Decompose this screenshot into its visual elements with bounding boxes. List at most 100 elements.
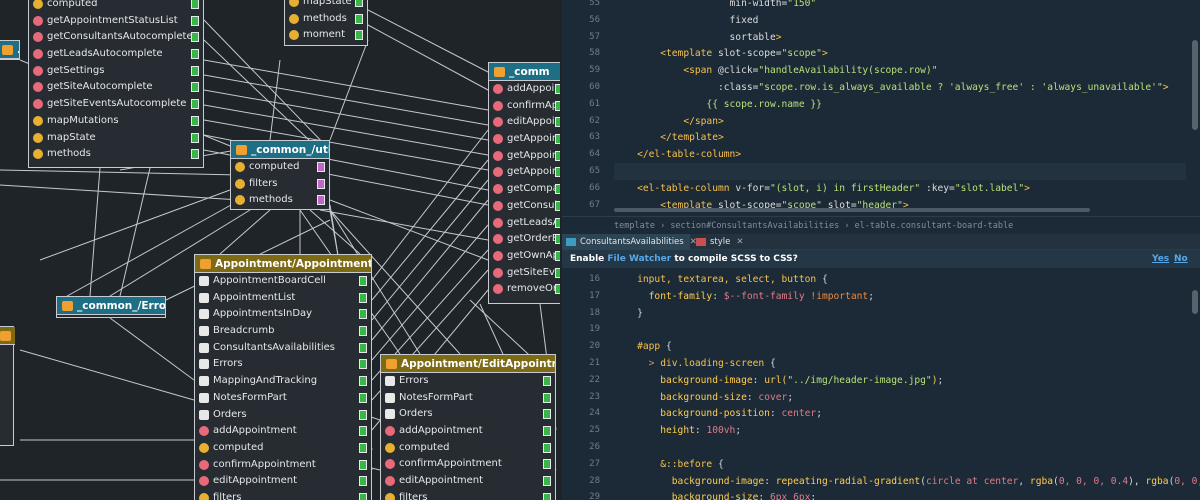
node-member[interactable]: editAppoi xyxy=(489,114,560,131)
port-icon[interactable] xyxy=(317,195,325,206)
port-icon[interactable] xyxy=(555,284,560,295)
node-member[interactable]: getCompa xyxy=(489,181,560,198)
port-icon[interactable] xyxy=(359,292,367,303)
port-icon[interactable] xyxy=(359,309,367,320)
vertical-scrollbar[interactable] xyxy=(1192,290,1198,314)
port-icon[interactable] xyxy=(555,234,560,245)
code-line[interactable]: <template slot-scope="scope"> xyxy=(614,45,1186,62)
port-icon[interactable] xyxy=(543,442,551,453)
node-member[interactable]: computed xyxy=(195,440,371,457)
port-icon[interactable] xyxy=(359,342,367,353)
code-line[interactable]: {{ scope.row.name }} xyxy=(614,96,1186,113)
node-member[interactable]: confirmAppointment xyxy=(195,457,371,474)
port-icon[interactable] xyxy=(359,459,367,470)
code-line[interactable]: sortable> xyxy=(614,29,1186,46)
breadcrumb-item[interactable]: section#ConsultantsAvailabilities xyxy=(670,221,839,231)
code-line[interactable]: background-size: 6px 6px; xyxy=(614,489,1186,500)
code-line[interactable]: fixed xyxy=(614,12,1186,29)
port-icon[interactable] xyxy=(359,376,367,387)
port-icon[interactable] xyxy=(359,392,367,403)
port-icon[interactable] xyxy=(191,132,199,143)
node-member[interactable]: getAppoin xyxy=(489,131,560,148)
code-line[interactable] xyxy=(614,163,1186,180)
port-icon[interactable] xyxy=(191,99,199,110)
node-common-util[interactable]: _common_/util.js computed filters methods xyxy=(230,140,330,210)
port-icon[interactable] xyxy=(191,0,199,9)
node-member[interactable]: moment xyxy=(285,27,367,44)
node-member[interactable]: mapMutations xyxy=(29,113,203,130)
code-editor[interactable]: 5556575859606162636465666768 min-width="… xyxy=(562,0,1200,500)
node-left-vue[interactable]: ue xyxy=(0,326,15,446)
node-member[interactable]: NotesFormPart xyxy=(195,390,371,407)
node-edit-appointment-vue[interactable]: Appointment/EditAppointment.vue Errors Not… xyxy=(380,354,556,500)
node-title[interactable]: _common_/util.js xyxy=(231,141,329,159)
node-member[interactable]: getConsultantsAutocomplete xyxy=(29,29,203,46)
port-icon[interactable] xyxy=(555,134,560,145)
node-member[interactable]: methods xyxy=(231,192,329,209)
node-member[interactable]: getLeadsAutocomplete xyxy=(29,46,203,63)
node-member[interactable]: mapState xyxy=(285,0,367,11)
node-member[interactable]: NotesFormPart xyxy=(381,390,555,407)
file-watcher-link[interactable]: File Watcher xyxy=(607,254,671,264)
node-member[interactable]: AppointmentBoardCell xyxy=(195,273,371,290)
node-member[interactable]: getAppoin xyxy=(489,164,560,181)
node-member[interactable]: addAppoi xyxy=(489,81,560,98)
node-actions-list[interactable]: computed getAppointmentStatusList getConsu… xyxy=(28,0,204,168)
node-member[interactable]: getSiteEve xyxy=(489,265,560,282)
port-icon[interactable] xyxy=(191,115,199,126)
yes-link[interactable]: Yes xyxy=(1152,250,1169,268)
vertical-scrollbar[interactable] xyxy=(1192,40,1198,130)
node-member[interactable]: Errors xyxy=(195,356,371,373)
code-line[interactable] xyxy=(614,321,1186,338)
node-member[interactable]: mapState xyxy=(29,130,203,147)
node-member[interactable]: ConsultantsAvailabilities xyxy=(195,340,371,357)
code-line[interactable]: </template> xyxy=(614,129,1186,146)
code-line[interactable]: :class="scope.row.is_always_available ? … xyxy=(614,79,1186,96)
node-member[interactable]: addAppointment xyxy=(381,423,555,440)
code-line[interactable] xyxy=(614,439,1186,456)
port-icon[interactable] xyxy=(359,359,367,370)
port-icon[interactable] xyxy=(359,476,367,487)
port-icon[interactable] xyxy=(359,409,367,420)
port-icon[interactable] xyxy=(555,84,560,94)
node-member[interactable]: AppointmentsInDay xyxy=(195,306,371,323)
tab-consultants-availabilities[interactable]: ConsultantsAvailabilities ✕ xyxy=(562,234,697,250)
node-member[interactable]: Orders xyxy=(381,406,555,423)
port-icon[interactable] xyxy=(543,426,551,437)
node-member[interactable]: confirmAp xyxy=(489,98,560,115)
node-appointment-vue[interactable]: Appointment/Appointment.vue AppointmentBo… xyxy=(194,254,372,500)
scss-style-pane[interactable]: 161718192021222324252627282930 input, te… xyxy=(562,268,1200,500)
node-title[interactable]: ue xyxy=(0,327,15,345)
port-icon[interactable] xyxy=(543,476,551,487)
port-icon[interactable] xyxy=(355,13,363,24)
port-icon[interactable] xyxy=(555,267,560,278)
dependency-diagram[interactable]: .ts computed getAppointmentStatusList getC… xyxy=(0,0,560,500)
node-member[interactable]: getSettings xyxy=(29,63,203,80)
port-icon[interactable] xyxy=(191,82,199,93)
code-line[interactable]: background-image: url("../img/header-ima… xyxy=(614,372,1186,389)
port-icon[interactable] xyxy=(359,276,367,286)
vue-template-pane[interactable]: 5556575859606162636465666768 min-width="… xyxy=(562,0,1200,216)
close-icon[interactable]: ✕ xyxy=(736,237,743,247)
node-member[interactable]: removeOr xyxy=(489,281,560,298)
port-icon[interactable] xyxy=(555,167,560,178)
node-store-ts[interactable]: .ts xyxy=(0,40,20,60)
node-title[interactable]: _comm xyxy=(489,63,560,81)
port-icon[interactable] xyxy=(191,49,199,60)
node-member[interactable]: computed xyxy=(381,440,555,457)
code-line[interactable]: height: 100vh; xyxy=(614,422,1186,439)
code-line[interactable]: <span @click="handleAvailability(scope.r… xyxy=(614,62,1186,79)
node-member[interactable]: getOwnAp xyxy=(489,248,560,265)
port-icon[interactable] xyxy=(555,200,560,211)
port-icon[interactable] xyxy=(359,326,367,337)
port-icon[interactable] xyxy=(555,150,560,161)
node-member[interactable]: editAppointment xyxy=(195,473,371,490)
port-icon[interactable] xyxy=(317,178,325,189)
port-icon[interactable] xyxy=(317,162,325,172)
node-member[interactable]: editAppointment xyxy=(381,473,555,490)
port-icon[interactable] xyxy=(555,250,560,261)
code-line[interactable]: #app { xyxy=(614,338,1186,355)
port-icon[interactable] xyxy=(191,32,199,43)
port-icon[interactable] xyxy=(555,217,560,228)
port-icon[interactable] xyxy=(543,459,551,470)
